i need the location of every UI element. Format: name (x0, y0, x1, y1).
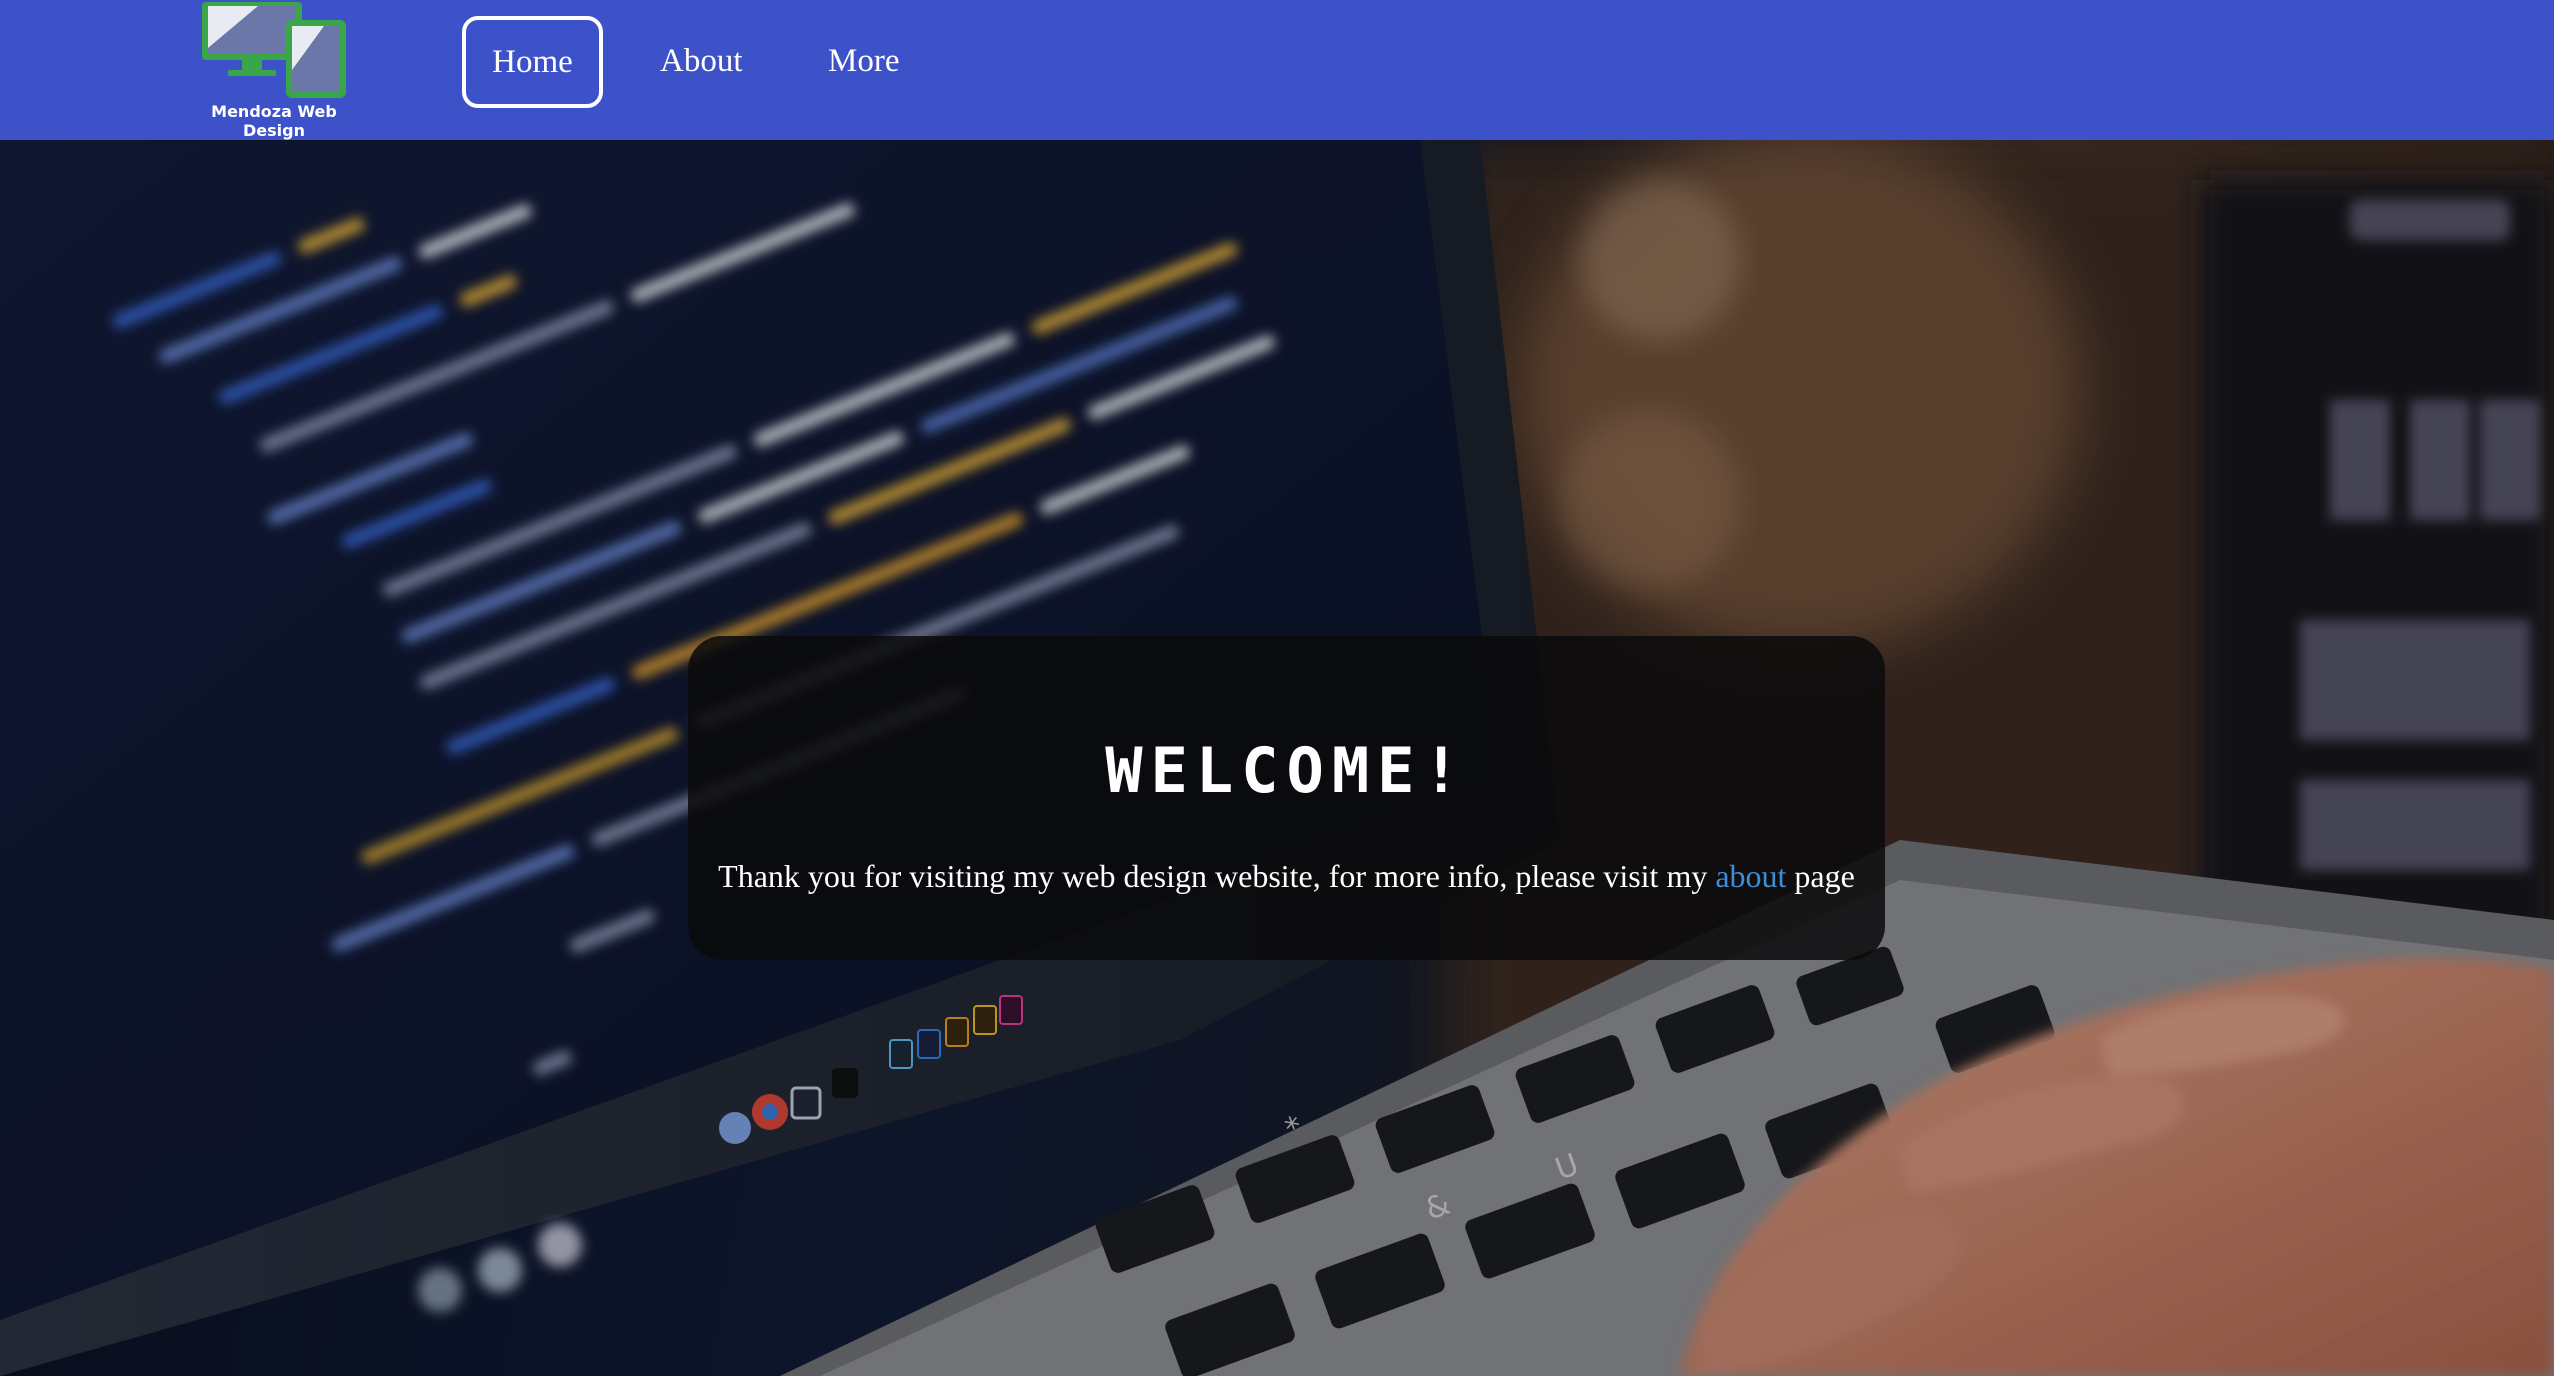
page: Mendoza Web Design Home About More & U *… (0, 0, 2554, 1376)
welcome-card: WELCOME! Thank you for visiting my web d… (688, 636, 1885, 960)
welcome-title: WELCOME! (1105, 734, 1468, 807)
nav-more-link[interactable]: More (828, 16, 899, 108)
welcome-text-before: Thank you for visiting my web design web… (718, 858, 1716, 894)
nav-about-link[interactable]: About (660, 16, 743, 108)
navbar: Mendoza Web Design Home About More (0, 0, 2554, 140)
welcome-text: Thank you for visiting my web design web… (688, 856, 1885, 896)
welcome-text-after: page (1786, 858, 1855, 894)
about-link[interactable]: about (1715, 858, 1786, 894)
logo[interactable]: Mendoza Web Design (198, 0, 350, 142)
logo-text: Mendoza Web Design (211, 102, 337, 140)
nav-home-button[interactable]: Home (462, 16, 603, 108)
